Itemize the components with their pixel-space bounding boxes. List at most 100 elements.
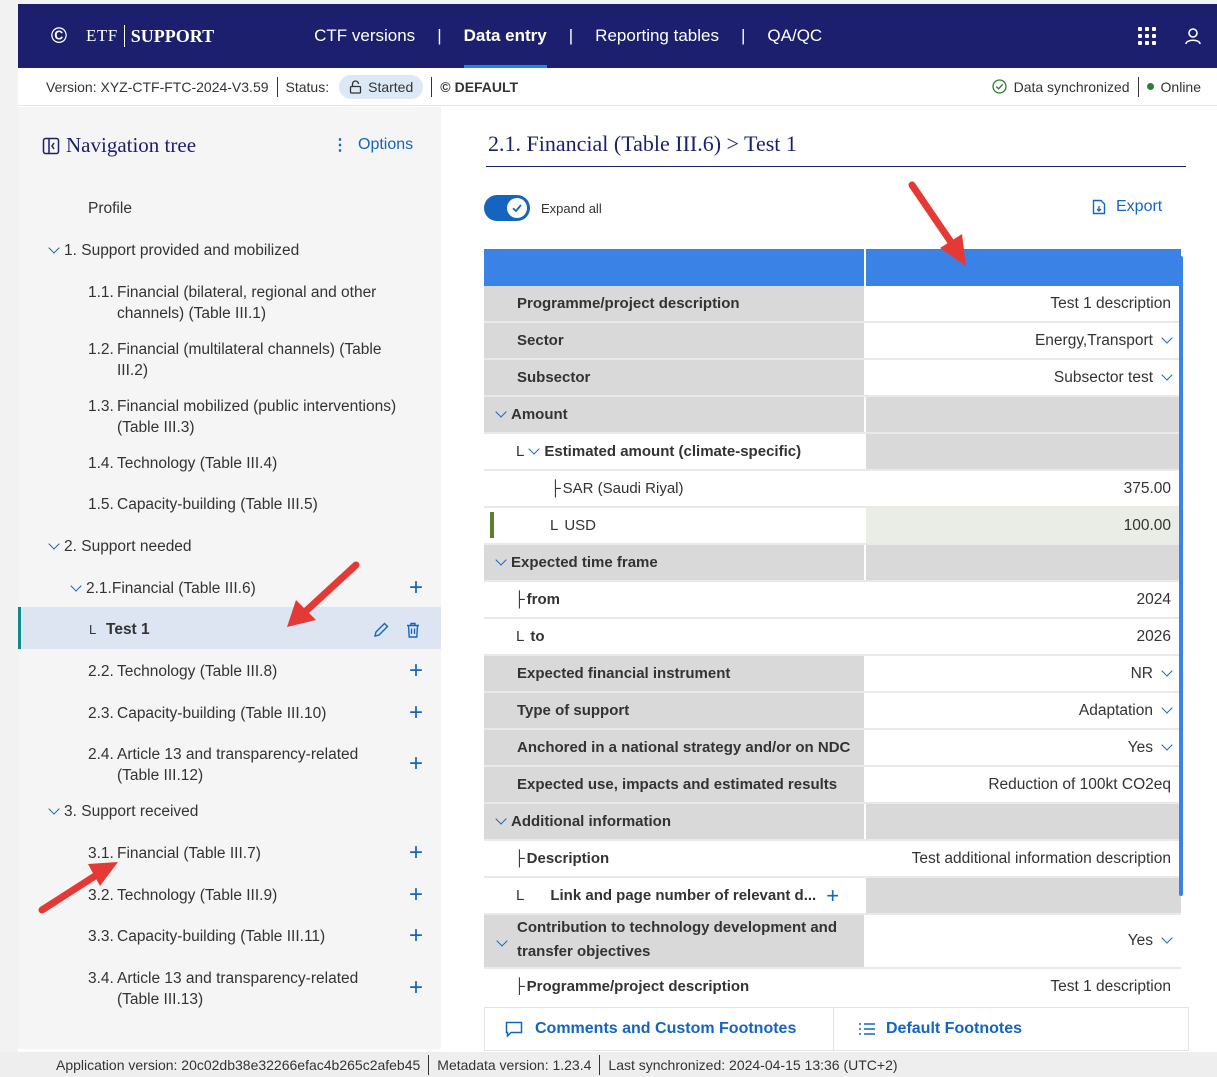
tab-default-footnotes[interactable]: Default Footnotes — [834, 1007, 1189, 1051]
navigation-panel: Navigation tree ⋮ Options Profile 1. Sup… — [18, 107, 441, 1049]
tree-item-number: 1.3. — [88, 398, 114, 415]
tree-item-label: Financial mobilized (public intervention… — [117, 398, 397, 415]
row-label-text: Contribution to technology development a… — [517, 919, 837, 936]
technology-dropdown[interactable]: Yes — [866, 915, 1181, 967]
chevron-down-icon[interactable] — [496, 935, 508, 947]
add-icon[interactable]: + — [409, 752, 423, 776]
row-value: 2024 — [1136, 590, 1171, 608]
tree-branch-glyph: ├ — [550, 480, 561, 497]
tree-item-3-2[interactable]: 3.2. Technology (Table III.9) + — [18, 883, 441, 909]
nav-qa-qc[interactable]: QA/QC — [767, 4, 822, 68]
table-row: Type of support Adaptation — [484, 693, 1181, 730]
row-value: Adaptation — [1078, 701, 1153, 719]
logo-divider — [123, 25, 125, 47]
tab-comments[interactable]: Comments and Custom Footnotes — [484, 1007, 834, 1051]
add-icon[interactable]: + — [409, 701, 423, 725]
chevron-down-icon[interactable] — [495, 405, 507, 418]
panel-collapse-icon[interactable] — [42, 137, 60, 155]
nav-tree-title: Navigation tree — [66, 133, 197, 157]
tree-item-2-4[interactable]: 2.4. Article 13 and transparency-related… — [18, 744, 441, 788]
tree-item-3-3[interactable]: 3.3. Capacity-building (Table III.11) + — [18, 924, 441, 950]
tree-item-3-4[interactable]: 3.4. Article 13 and transparency-related… — [18, 968, 441, 1012]
row-label[interactable]: Additional information — [484, 804, 864, 839]
grid-header-divider — [864, 249, 866, 286]
add-icon[interactable]: + — [409, 576, 423, 600]
user-icon[interactable] — [1183, 26, 1203, 46]
tree-item-section-2[interactable]: 2. Support needed — [18, 536, 441, 560]
tree-item-label: Capacity-building (Table III.5) — [117, 496, 318, 513]
add-icon[interactable]: + — [409, 659, 423, 683]
row-value-input[interactable]: Test additional information description — [866, 841, 1181, 876]
edit-pencil-icon[interactable] — [372, 621, 390, 639]
row-label: Subsector — [484, 360, 864, 395]
subsector-dropdown[interactable]: Subsector test — [866, 360, 1181, 395]
tree-item-1-3[interactable]: 1.3. Financial mobilized (public interve… — [18, 396, 441, 440]
chevron-down-icon[interactable] — [48, 242, 60, 254]
chevron-down-icon[interactable] — [495, 553, 507, 566]
status-badge[interactable]: Started — [339, 74, 424, 99]
expand-all-toggle[interactable] — [484, 195, 530, 221]
footer-bar: Application version: 20c02db38e32266efac… — [0, 1052, 1217, 1077]
tree-item-3-1[interactable]: 3.1. Financial (Table III.7) + — [18, 841, 441, 867]
export-button[interactable]: Export — [1092, 198, 1162, 216]
row-label[interactable]: Expected time frame — [484, 545, 864, 580]
row-value-input[interactable]: 375.00 — [866, 471, 1181, 506]
row-value-input[interactable]: Reduction of 100kt CO2eq — [866, 767, 1181, 802]
tree-item-1-2[interactable]: 1.2. Financial (multilateral channels) (… — [18, 339, 441, 383]
delete-trash-icon[interactable] — [404, 621, 422, 639]
row-label-text: USD — [564, 517, 597, 534]
chevron-down-icon[interactable] — [495, 812, 507, 825]
table-row: L Estimated amount (climate-specific) — [484, 434, 1181, 471]
row-value-input[interactable]: Test 1 description — [866, 969, 1181, 995]
tree-item-1-4[interactable]: 1.4. Technology (Table III.4) — [18, 453, 441, 477]
row-label[interactable]: Contribution to technology development a… — [484, 915, 864, 967]
tree-item-number: 1.1. — [88, 284, 114, 301]
chevron-down-icon[interactable] — [48, 803, 60, 815]
instrument-dropdown[interactable]: NR — [866, 656, 1181, 691]
anchored-dropdown[interactable]: Yes — [866, 730, 1181, 765]
nav-ctf-versions[interactable]: CTF versions — [314, 4, 415, 68]
row-value: Test 1 description — [1050, 294, 1171, 312]
app-window: © ETF SUPPORT CTF versions | Data entry … — [18, 4, 1217, 1077]
tree-branch-glyph: L — [516, 628, 525, 645]
chevron-down-icon[interactable] — [70, 580, 82, 592]
row-value: 100.00 — [1123, 516, 1171, 534]
tree-item-2-3[interactable]: 2.3. Capacity-building (Table III.10) + — [18, 701, 441, 727]
type-of-support-dropdown[interactable]: Adaptation — [866, 693, 1181, 728]
tree-item-2-1[interactable]: 2.1.Financial (Table III.6) + — [18, 576, 441, 602]
row-label[interactable]: L Estimated amount (climate-specific) — [484, 434, 864, 469]
options-button[interactable]: ⋮ Options — [332, 135, 413, 155]
chevron-down-icon[interactable] — [48, 538, 60, 550]
row-value-input[interactable]: 100.00 — [866, 508, 1181, 543]
tree-item-label: Financial (bilateral, regional and other — [117, 284, 377, 301]
row-value: Test additional information description — [911, 849, 1171, 867]
chevron-down-icon — [1161, 664, 1173, 677]
tree-item-1-5[interactable]: 1.5. Capacity-building (Table III.5) — [18, 494, 441, 518]
grid-scrollbar[interactable] — [1179, 256, 1183, 896]
add-icon[interactable]: + — [409, 924, 423, 948]
add-icon[interactable]: + — [409, 976, 423, 1000]
nav-reporting-tables[interactable]: Reporting tables — [595, 4, 719, 68]
add-icon[interactable]: + — [409, 841, 423, 865]
add-icon[interactable]: + — [826, 883, 839, 909]
sector-dropdown[interactable]: Energy,Transport — [866, 323, 1181, 358]
row-label-text-line2: transfer objectives — [517, 943, 651, 960]
logo[interactable]: © ETF SUPPORT — [46, 23, 214, 49]
row-value-input[interactable]: Test 1 description — [866, 286, 1181, 321]
row-value-input[interactable]: 2024 — [866, 582, 1181, 617]
row-value-input[interactable]: 2026 — [866, 619, 1181, 654]
chevron-down-icon[interactable] — [528, 442, 541, 455]
tree-item-2-2[interactable]: 2.2. Technology (Table III.8) + — [18, 659, 441, 685]
row-label: L Link and page number of relevant d... + — [484, 878, 864, 913]
tree-item-1-1[interactable]: 1.1. Financial (bilateral, regional and … — [18, 282, 441, 326]
add-icon[interactable]: + — [409, 883, 423, 907]
tree-item-section-3[interactable]: 3. Support received — [18, 801, 441, 825]
tree-item-section-1[interactable]: 1. Support provided and mobilized — [18, 240, 441, 264]
tree-item-test-1[interactable]: L Test 1 — [18, 619, 441, 643]
nav-data-entry[interactable]: Data entry — [463, 4, 547, 68]
apps-grid-icon[interactable] — [1137, 26, 1157, 46]
tree-item-profile[interactable]: Profile — [18, 198, 441, 222]
row-label-text: Expected time frame — [511, 554, 658, 571]
default-label-text: DEFAULT — [454, 78, 519, 95]
row-label[interactable]: Amount — [484, 397, 864, 432]
